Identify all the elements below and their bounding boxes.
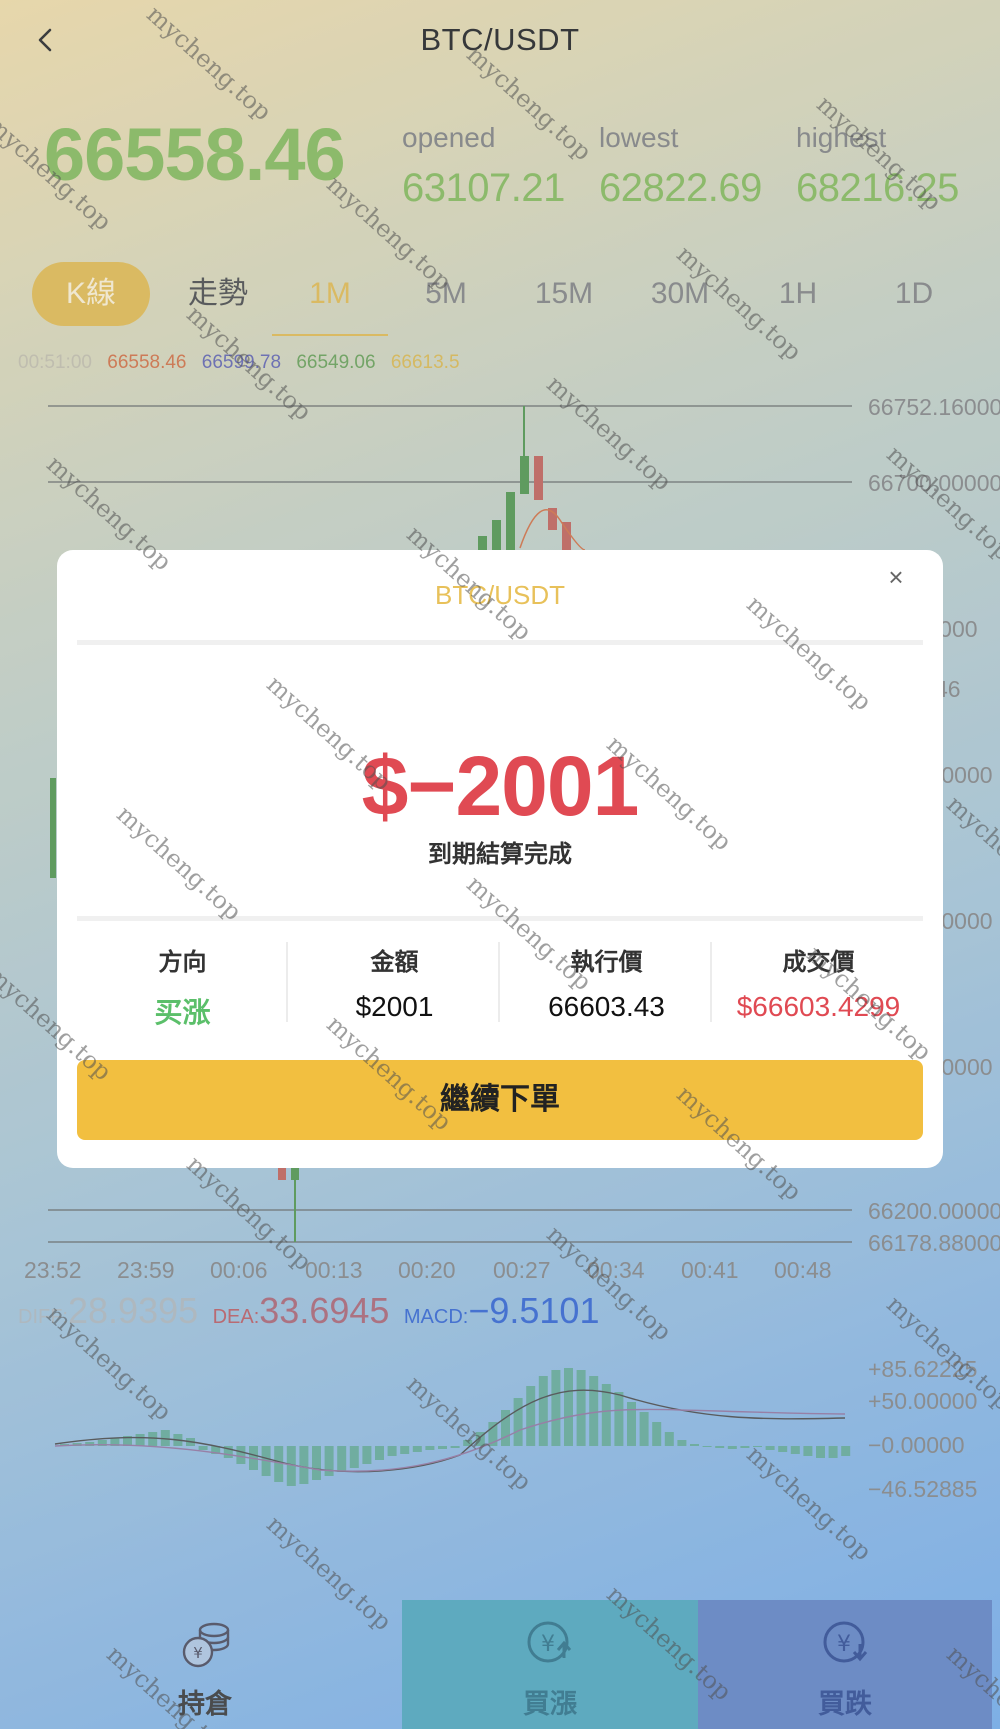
amount-value: $2001 <box>355 991 434 1022</box>
settlement-dialog: × BTC/USDT $−2001 到期結算完成 方向 买涨 金額 $2001 … <box>57 550 943 1168</box>
exec-price-column: 執行價 66603.43 <box>501 942 712 1023</box>
divider <box>498 942 500 1022</box>
divider <box>710 942 712 1022</box>
divider <box>77 916 923 921</box>
exec-price-value: 66603.43 <box>548 991 665 1022</box>
amount-column: 金額 $2001 <box>289 942 500 1023</box>
dialog-title: BTC/USDT <box>435 580 565 610</box>
page: BTC/USDT 66558.46 opened 63107.21 lowest… <box>0 0 1000 1729</box>
exec-price-header: 執行價 <box>570 949 643 976</box>
deal-price-header: 成交價 <box>782 949 855 976</box>
deal-price-value: $66603.4299 <box>736 991 901 1022</box>
settlement-status: 到期結算完成 <box>428 841 572 868</box>
profit-amount: $−2001 <box>361 739 640 833</box>
amount-header: 金額 <box>370 949 419 976</box>
continue-order-button[interactable]: 繼續下單 <box>77 1060 923 1140</box>
direction-column: 方向 买涨 <box>77 942 288 1031</box>
direction-value: 买涨 <box>154 997 211 1028</box>
direction-header: 方向 <box>158 949 207 976</box>
divider <box>77 640 923 645</box>
deal-price-column: 成交價 $66603.4299 <box>713 942 924 1023</box>
divider <box>286 942 288 1022</box>
